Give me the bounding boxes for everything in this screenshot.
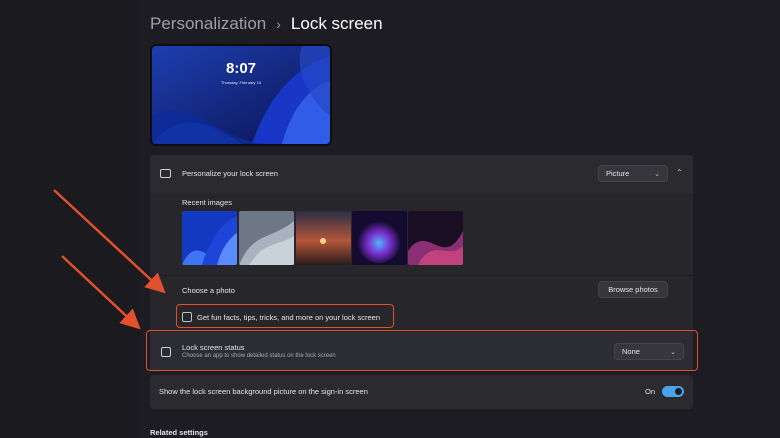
arrow-1 — [53, 189, 166, 294]
annotation-arrows — [53, 189, 166, 330]
arrow-2 — [61, 255, 141, 330]
